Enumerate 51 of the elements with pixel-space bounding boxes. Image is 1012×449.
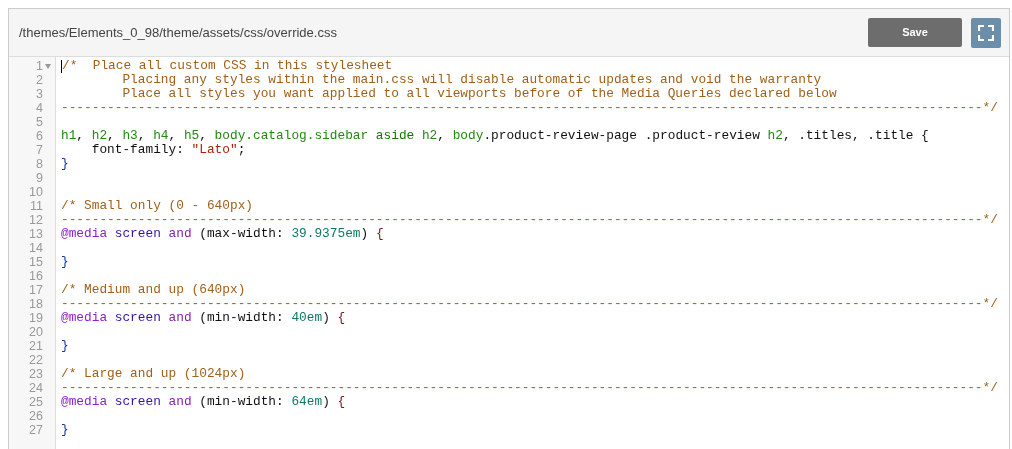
code-line: ------------------------------------------------------------------------------------------------------------------------*/ [61, 297, 998, 311]
fold-arrow-icon[interactable] [45, 63, 51, 69]
line-number: 24 [29, 381, 43, 395]
line-number: 21 [29, 339, 43, 353]
code-line: @media screen and (min-width: 64em) { [61, 395, 346, 409]
code-line: } [61, 157, 69, 171]
line-number: 11 [30, 199, 43, 213]
code-line: font-family: "Lato"; [90, 143, 246, 157]
line-number: 26 [29, 409, 43, 423]
line-number: 15 [29, 255, 43, 269]
line-number: 16 [29, 269, 43, 283]
line-number: 22 [29, 353, 43, 367]
line-number: 23 [29, 367, 43, 381]
fullscreen-icon [978, 24, 994, 41]
line-number: 7 [36, 143, 43, 157]
line-number: 1 [36, 59, 43, 73]
fullscreen-button[interactable] [971, 17, 1001, 48]
code-line: @media screen and (min-width: 40em) { [61, 311, 346, 325]
code-line: h1, h2, h3, h4, h5, body.catalog.sidebar aside h2, body.product-review-page .product-review h2, .titles, .title { [61, 129, 929, 143]
line-number: 25 [29, 395, 43, 409]
line-number: 18 [29, 297, 43, 311]
line-number: 6 [36, 129, 43, 143]
code-line: /* Place all custom CSS in this stylesheet [62, 59, 393, 73]
save-button[interactable]: Save [868, 18, 962, 47]
file-path: /themes/Elements_0_98/theme/assets/css/override.css [19, 23, 338, 42]
line-number: 12 [29, 213, 43, 227]
code-line: @media screen and (max-width: 39.9375em) { [61, 227, 384, 241]
code-line: /* Large and up (1024px) [61, 367, 246, 381]
line-number: 8 [36, 157, 43, 171]
line-number: 5 [36, 115, 43, 129]
line-number: 27 [29, 423, 43, 437]
code-line: } [61, 255, 69, 269]
line-number: 3 [36, 87, 43, 101]
line-number: 13 [29, 227, 43, 241]
code-line: ------------------------------------------------------------------------------------------------------------------------*/ [61, 101, 998, 115]
code-line: } [61, 423, 69, 437]
code-line: ------------------------------------------------------------------------------------------------------------------------*/ [61, 381, 998, 395]
line-number: 4 [36, 101, 43, 115]
code-line: Placing any styles within the main.css will disable automatic updates and void the warranty [121, 73, 822, 87]
line-number: 14 [29, 241, 43, 255]
line-number: 2 [36, 73, 43, 87]
code-line: Place all styles you want applied to all viewports before of the Media Queries declared below [121, 87, 837, 101]
line-number: 20 [29, 325, 43, 339]
code-line: } [61, 339, 69, 353]
code-line: ------------------------------------------------------------------------------------------------------------------------*/ [61, 213, 998, 227]
line-number: 17 [29, 283, 43, 297]
line-number: 10 [29, 185, 43, 199]
code-line: /* Small only (0 - 640px) [61, 199, 253, 213]
line-number: 19 [29, 311, 43, 325]
line-number: 9 [36, 171, 43, 185]
code-line: /* Medium and up (640px) [61, 283, 246, 297]
